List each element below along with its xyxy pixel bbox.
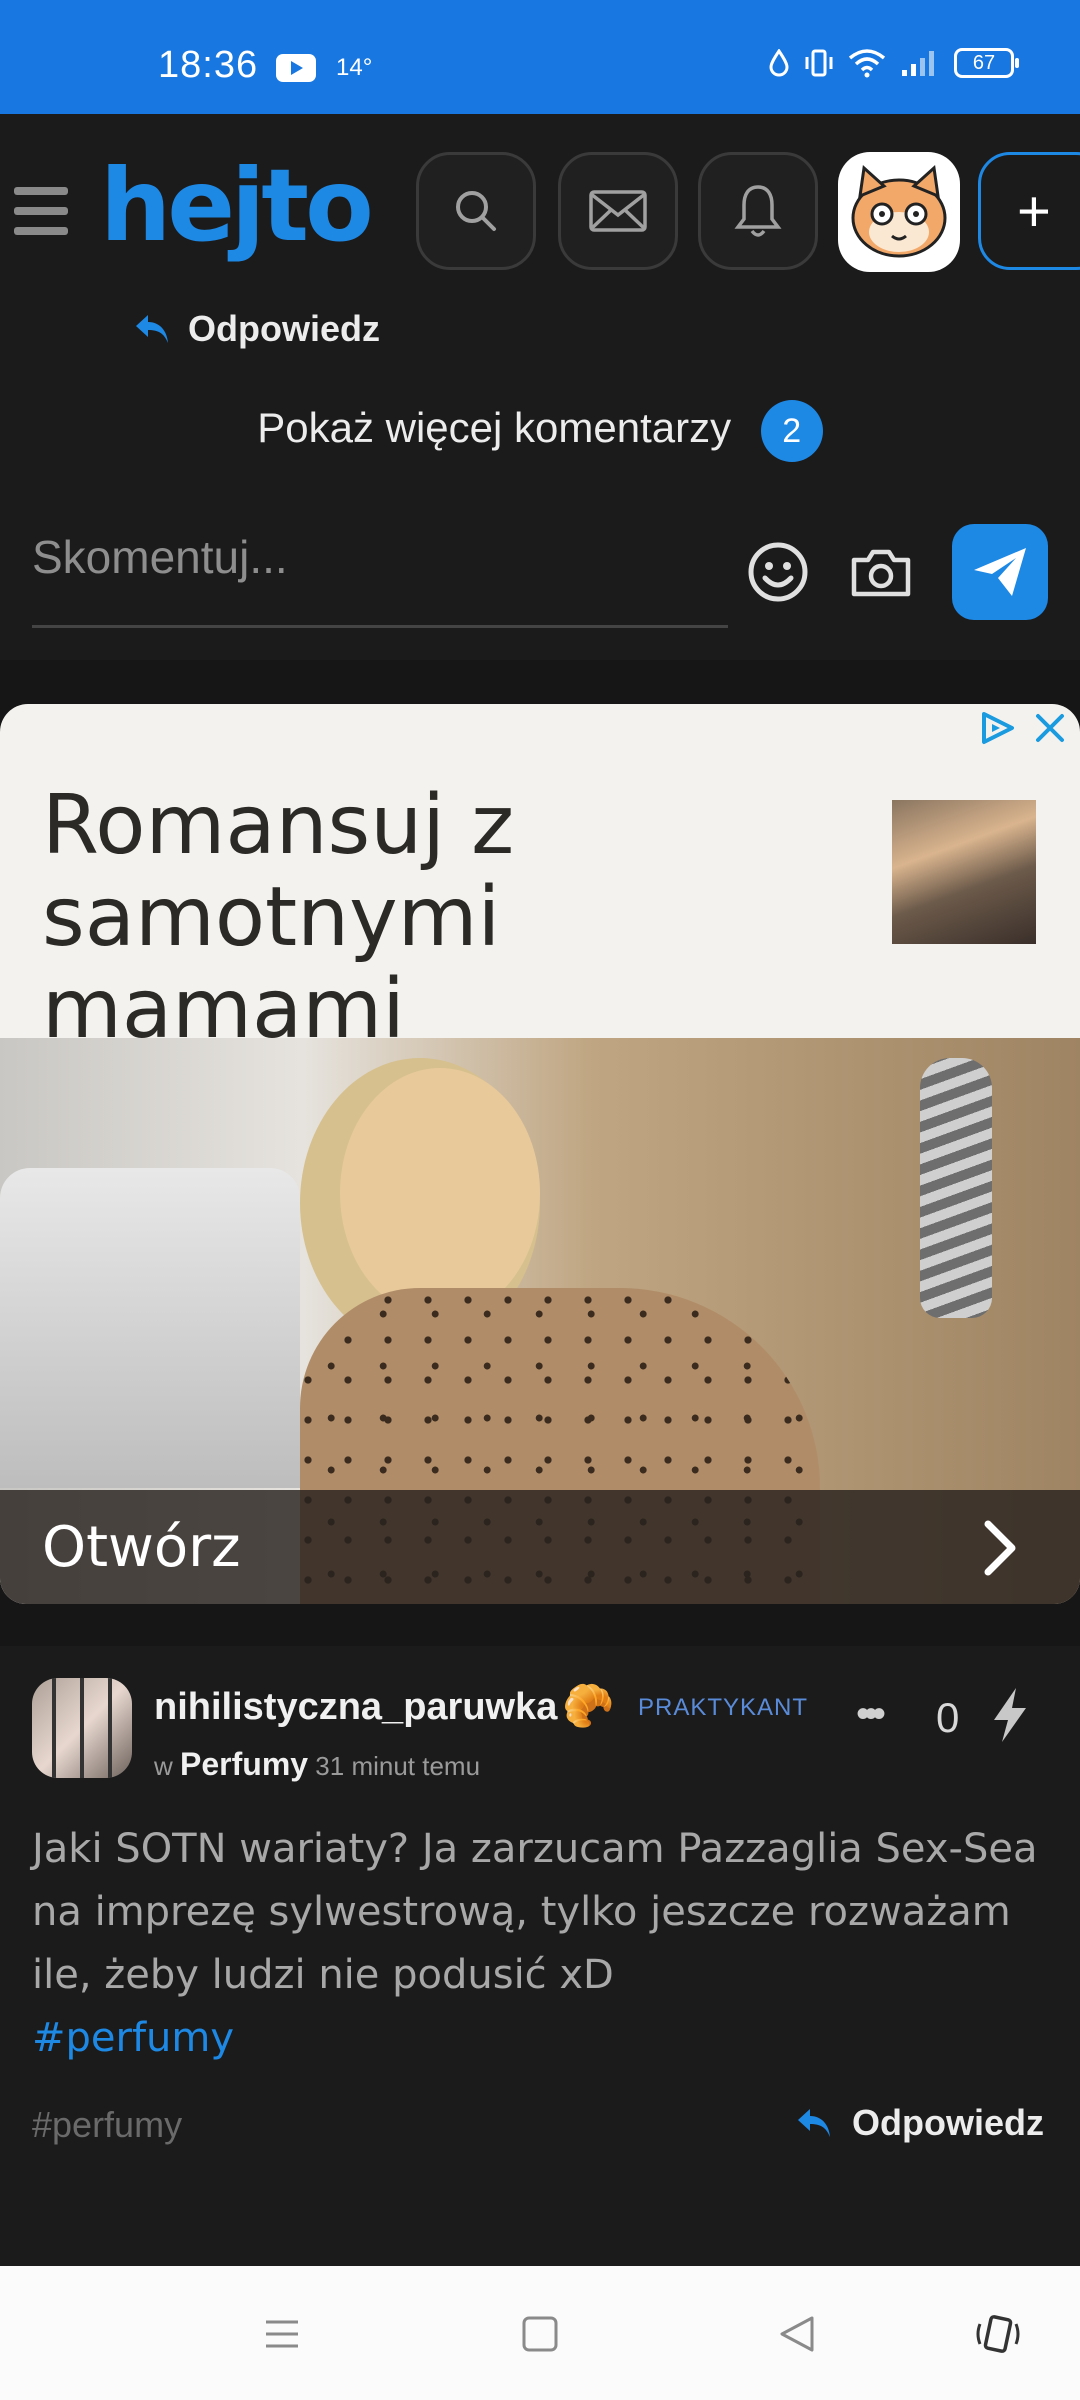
messages-button[interactable] bbox=[558, 152, 678, 270]
vibrate-icon bbox=[805, 49, 833, 77]
show-more-comments[interactable]: Pokaż więcej komentarzy 2 bbox=[0, 400, 1080, 462]
status-time: 18:36 bbox=[158, 44, 259, 86]
youtube-icon bbox=[276, 54, 316, 82]
system-navigation-bar bbox=[0, 2266, 1080, 2400]
smiley-icon bbox=[748, 542, 808, 602]
more-options-icon[interactable]: ••• bbox=[856, 1692, 886, 1737]
app-header: hejto + bbox=[0, 114, 1080, 308]
wifi-icon bbox=[848, 49, 886, 78]
upvote-bolt-button[interactable] bbox=[990, 1686, 1030, 1749]
ad-thumbnail bbox=[892, 800, 1036, 944]
reply-button[interactable]: Odpowiedz bbox=[134, 308, 380, 350]
rotate-icon[interactable] bbox=[974, 2310, 1022, 2358]
post-reply-button[interactable]: Odpowiedz bbox=[796, 2102, 1044, 2144]
show-more-label: Pokaż więcej komentarzy bbox=[257, 404, 732, 452]
water-drop-icon bbox=[769, 49, 789, 77]
post-tag-footer[interactable]: #perfumy bbox=[32, 2104, 182, 2146]
ad-badges bbox=[978, 708, 1070, 748]
adchoices-icon[interactable] bbox=[978, 708, 1018, 748]
advertisement[interactable]: Romansuj z samotnymi mamami Otwórz bbox=[0, 704, 1080, 1604]
lightning-icon bbox=[994, 1688, 1026, 1742]
status-temperature: 14° bbox=[336, 54, 373, 81]
logo[interactable]: hejto bbox=[100, 156, 374, 256]
show-more-count-badge: 2 bbox=[760, 400, 823, 462]
author-rank-badge: PRAKTYKANT bbox=[638, 1694, 809, 1721]
bell-icon bbox=[734, 185, 782, 237]
post-content: Jaki SOTN wariaty? Ja zarzucam Pazzaglia… bbox=[32, 1818, 1062, 2070]
camera-icon bbox=[851, 549, 911, 597]
ad-open-button[interactable]: Otwórz bbox=[0, 1490, 1080, 1604]
post-time: 31 minut temu bbox=[315, 1751, 481, 1781]
signal-icon bbox=[902, 51, 934, 76]
post-author-name[interactable]: nihilistyczna_paruwka bbox=[154, 1686, 557, 1729]
ad-image-head bbox=[340, 1068, 540, 1318]
post-author-avatar[interactable] bbox=[32, 1678, 132, 1778]
camera-button[interactable] bbox=[850, 548, 912, 598]
user-avatar[interactable] bbox=[838, 152, 960, 272]
ad-cta-label: Otwórz bbox=[42, 1514, 241, 1580]
post-hashtag[interactable]: #perfumy bbox=[32, 2007, 1062, 2070]
emoji-button[interactable] bbox=[746, 540, 810, 604]
search-button[interactable] bbox=[416, 152, 536, 270]
cat-avatar-icon bbox=[851, 165, 947, 258]
ad-title: Romansuj z samotnymi mamami bbox=[42, 778, 515, 1057]
post-card: nihilistyczna_paruwka 🥐 PRAKTYKANT w Per… bbox=[0, 1646, 1080, 2266]
status-bar: 18:36 14° 67 bbox=[0, 0, 1080, 114]
send-button[interactable] bbox=[952, 524, 1048, 620]
post-score: 0 bbox=[936, 1694, 960, 1741]
post-reply-label: Odpowiedz bbox=[852, 2102, 1044, 2143]
post-meta: w Perfumy 31 minut temu bbox=[154, 1746, 480, 1783]
mail-icon bbox=[589, 190, 647, 232]
search-icon bbox=[456, 191, 496, 231]
status-right-icons: 67 bbox=[768, 48, 1019, 78]
chevron-right-icon bbox=[984, 1520, 1016, 1576]
recents-menu-icon[interactable] bbox=[258, 2310, 306, 2358]
paper-plane-icon bbox=[974, 548, 1026, 596]
add-post-button[interactable]: + bbox=[978, 152, 1080, 270]
menu-icon[interactable] bbox=[14, 187, 68, 235]
home-square-icon[interactable] bbox=[516, 2310, 564, 2358]
croissant-icon: 🥐 bbox=[562, 1682, 615, 1729]
close-icon[interactable] bbox=[1030, 708, 1070, 748]
in-prefix: w bbox=[154, 1751, 173, 1781]
reply-icon bbox=[798, 2109, 830, 2137]
post-text: Jaki SOTN wariaty? Ja zarzucam Pazzaglia… bbox=[32, 1826, 1038, 1998]
reply-label: Odpowiedz bbox=[188, 308, 380, 349]
notifications-button[interactable] bbox=[698, 152, 818, 270]
ad-image-vase bbox=[920, 1058, 992, 1318]
comments-section: Odpowiedz Pokaż więcej komentarzy 2 Skom… bbox=[0, 308, 1080, 660]
battery-icon: 67 bbox=[954, 48, 1019, 78]
comment-input[interactable]: Skomentuj... bbox=[32, 516, 728, 628]
reply-icon bbox=[136, 315, 168, 343]
ad-image-chair bbox=[0, 1168, 300, 1488]
community-link[interactable]: Perfumy bbox=[180, 1746, 308, 1782]
back-triangle-icon[interactable] bbox=[774, 2310, 822, 2358]
